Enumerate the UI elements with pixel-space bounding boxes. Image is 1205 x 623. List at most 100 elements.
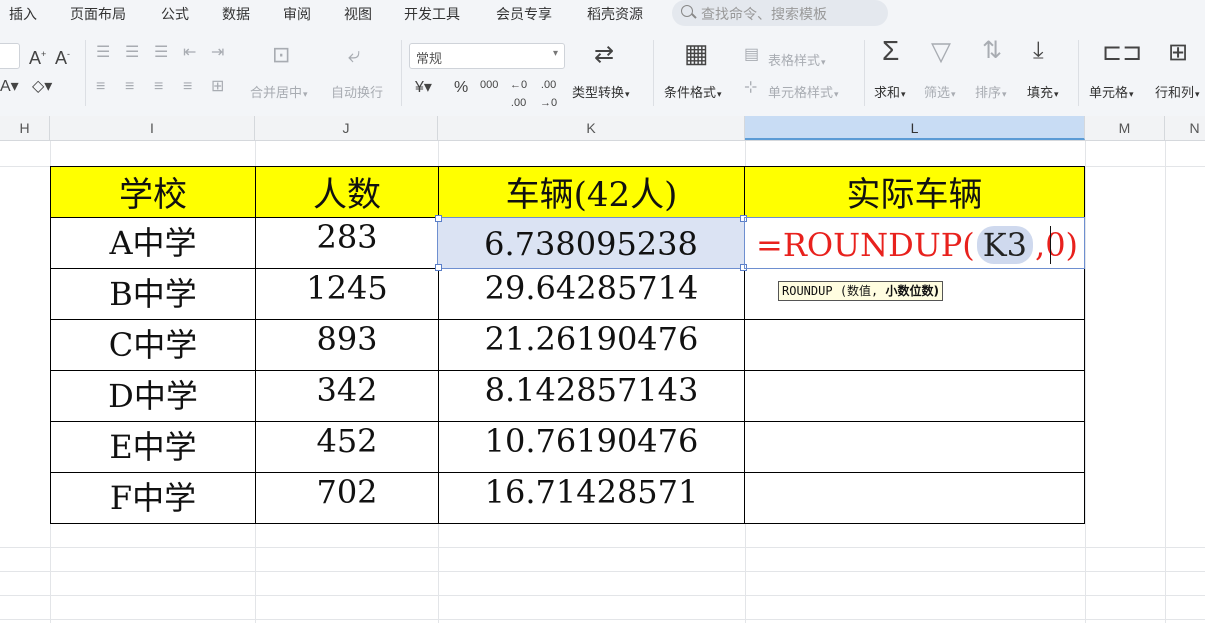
sort-button[interactable]: 排序▾ (975, 82, 1007, 101)
selection-handle[interactable] (435, 215, 442, 222)
table-cell-count[interactable]: 1245 (256, 269, 439, 320)
decrease-font-icon[interactable]: A- (55, 45, 70, 67)
menu-bar: 插入 页面布局 公式 数据 审阅 视图 开发工具 会员专享 稻壳资源 查找命令、… (0, 0, 1205, 26)
align-left-icon[interactable]: ≡ (96, 78, 105, 96)
clear-format-icon[interactable]: ◇▾ (32, 78, 52, 96)
table-cell-vehicles[interactable]: 16.71428571 (439, 473, 745, 524)
conditional-format-icon: ▦ (684, 38, 709, 68)
cell-formula[interactable]: =ROUNDUP(K3,0) (756, 226, 1078, 266)
table-cell-school[interactable]: E中学 (51, 422, 256, 473)
filter-button[interactable]: 筛选▾ (924, 82, 956, 101)
grid-line (0, 571, 1205, 572)
font-size-select[interactable] (0, 43, 20, 69)
search-placeholder: 查找命令、搜索模板 (701, 6, 827, 22)
text-caret (1050, 226, 1051, 264)
table-cell-school[interactable]: B中学 (51, 269, 256, 320)
column-header-m[interactable]: M (1085, 116, 1165, 140)
row-col-button[interactable]: 行和列▾ (1155, 82, 1200, 101)
command-search-input[interactable]: 查找命令、搜索模板 (672, 0, 888, 26)
type-convert-icon: ⇄ (594, 41, 615, 68)
currency-icon[interactable]: ¥▾ (415, 79, 432, 97)
table-cell-actual[interactable] (745, 473, 1085, 524)
ribbon-separator (653, 40, 654, 106)
thousands-separator-icon[interactable]: 000 (480, 76, 498, 94)
formula-reference: K3 (976, 226, 1034, 264)
table-cell-vehicles[interactable]: 8.142857143 (439, 371, 745, 422)
decrease-indent-icon[interactable]: ⇤ (183, 44, 196, 62)
table-header-count[interactable]: 人数 (256, 167, 439, 218)
formula-prefix: =ROUNDUP( (756, 226, 975, 264)
menu-data[interactable]: 数据 (222, 4, 250, 24)
menu-review[interactable]: 审阅 (283, 4, 311, 24)
table-cell-vehicles[interactable]: 21.26190476 (439, 320, 745, 371)
number-format-select[interactable]: 常规 ▾ (409, 43, 565, 69)
table-cell-school[interactable]: F中学 (51, 473, 256, 524)
selection-handle[interactable] (435, 264, 442, 271)
menu-formulas[interactable]: 公式 (161, 4, 189, 24)
menu-docer[interactable]: 稻壳资源 (587, 4, 643, 24)
table-cell-actual[interactable] (745, 422, 1085, 473)
ribbon-separator (1078, 40, 1079, 106)
decrease-decimal-icon[interactable]: .00 →0 (540, 76, 557, 112)
row-col-icon: ⊞ (1168, 39, 1189, 66)
increase-font-icon[interactable]: A+ (29, 45, 46, 67)
table-cell-school[interactable]: D中学 (51, 371, 256, 422)
table-header-school[interactable]: 学校 (51, 167, 256, 218)
distributed-icon[interactable]: ⊞ (211, 78, 224, 96)
table-cell-vehicles[interactable]: 10.76190476 (439, 422, 745, 473)
table-cell-actual[interactable] (745, 371, 1085, 422)
table-cell-actual[interactable] (745, 320, 1085, 371)
align-top-icon[interactable]: ☰ (96, 44, 110, 62)
referenced-cell-k3[interactable]: 6.738095238 (435, 215, 747, 271)
menu-page-layout[interactable]: 页面布局 (70, 4, 126, 24)
column-header-j[interactable]: J (255, 116, 438, 140)
column-header-h[interactable]: H (0, 116, 50, 140)
column-header-l[interactable]: L (745, 116, 1085, 140)
table-header-actual[interactable]: 实际车辆 (745, 167, 1085, 218)
menu-member[interactable]: 会员专享 (496, 4, 552, 24)
chevron-down-icon: ▾ (552, 48, 558, 59)
table-cell-count[interactable]: 893 (256, 320, 439, 371)
cell-style-button[interactable]: 单元格样式▾ (768, 82, 839, 101)
font-color-icon[interactable]: A▾ (0, 78, 19, 96)
merge-center-icon: ⊡ (272, 42, 291, 67)
sum-button[interactable]: 求和▾ (874, 82, 906, 101)
tooltip-arg2: 小数位数) (885, 284, 940, 298)
table-style-button[interactable]: 表格样式▾ (768, 50, 826, 69)
align-bottom-icon[interactable]: ☰ (154, 44, 168, 62)
wrap-text-button[interactable]: 自动换行 (331, 82, 383, 101)
menu-insert[interactable]: 插入 (9, 4, 37, 24)
table-cell-school[interactable]: A中学 (51, 218, 256, 269)
align-middle-icon[interactable]: ☰ (125, 44, 139, 62)
increase-indent-icon[interactable]: ⇥ (211, 44, 224, 62)
type-convert-button[interactable]: 类型转换▾ (572, 82, 630, 101)
table-style-icon: ▤ (744, 46, 760, 63)
cell-icon: ⊏⊐ (1102, 39, 1143, 66)
menu-developer[interactable]: 开发工具 (404, 4, 460, 24)
table-cell-count[interactable]: 702 (256, 473, 439, 524)
column-header-i[interactable]: I (50, 116, 255, 140)
number-format-value: 常规 (416, 51, 443, 66)
wrap-text-icon: ⤶ (348, 42, 361, 67)
table-cell-count[interactable]: 342 (256, 371, 439, 422)
justify-icon[interactable]: ≡ (183, 78, 192, 96)
search-icon (681, 5, 693, 17)
align-right-icon[interactable]: ≡ (154, 78, 163, 96)
table-cell-school[interactable]: C中学 (51, 320, 256, 371)
fill-button[interactable]: 填充▾ (1027, 82, 1059, 101)
merge-center-button[interactable]: 合并居中▾ (250, 82, 308, 101)
align-center-icon[interactable]: ≡ (125, 78, 134, 96)
increase-decimal-icon[interactable]: ←0.00 (510, 76, 527, 112)
column-headers: H I J K L M N (0, 116, 1205, 141)
menu-view[interactable]: 视图 (344, 4, 372, 24)
percent-icon[interactable]: % (454, 79, 468, 97)
conditional-format-button[interactable]: 条件格式▾ (664, 82, 722, 101)
cell-button[interactable]: 单元格▾ (1089, 82, 1134, 101)
table-cell-count[interactable]: 452 (256, 422, 439, 473)
column-header-k[interactable]: K (438, 116, 745, 140)
table-cell-vehicles[interactable]: 29.64285714 (439, 269, 745, 320)
table-cell-count[interactable]: 283 (256, 218, 439, 269)
column-header-n[interactable]: N (1165, 116, 1205, 140)
grid-line (0, 619, 1205, 620)
table-header-vehicles[interactable]: 车辆(42人) (439, 167, 745, 218)
